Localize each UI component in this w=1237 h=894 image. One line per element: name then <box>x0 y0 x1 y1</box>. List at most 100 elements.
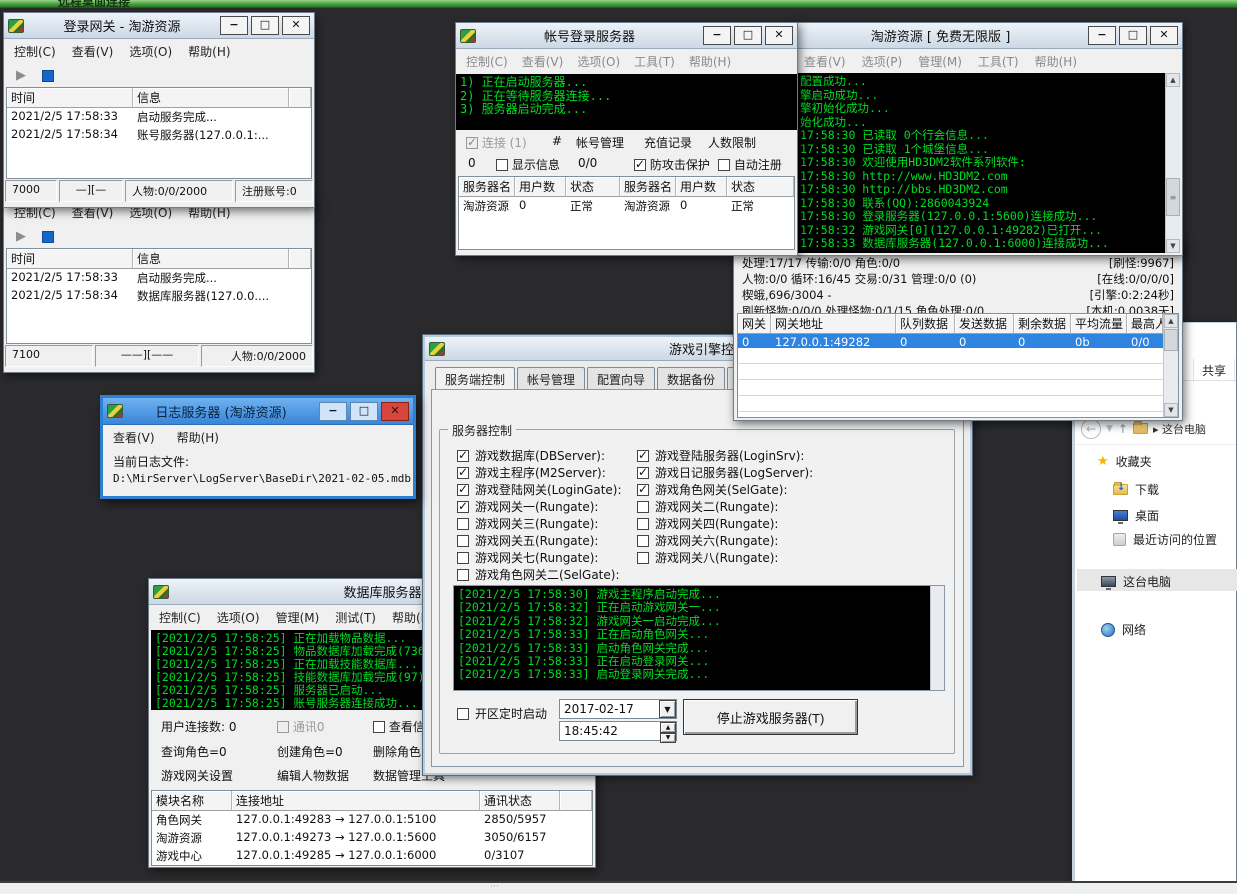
login-gateway-titlebar[interactable]: 登录网关 - 淘游资源 − □ ✕ <box>4 13 314 39</box>
check-rungate1[interactable]: 游戏网关一(Rungate): <box>457 498 622 515</box>
maximize-button[interactable]: □ <box>350 402 378 421</box>
menu-view[interactable]: 查看(V) <box>72 43 114 60</box>
table-row[interactable]: 淘游资源 127.0.0.1:49273 → 127.0.0.1:5600 30… <box>152 829 592 847</box>
check-rungate3[interactable]: 游戏网关三(Rungate): <box>457 515 622 532</box>
minimize-button[interactable]: − <box>1088 26 1116 45</box>
check-rungate5[interactable]: 游戏网关五(Rungate): <box>457 532 622 549</box>
check-rungate2[interactable]: 游戏网关二(Rungate): <box>637 498 813 515</box>
auto-register-checkbox[interactable]: 自动注册 <box>718 156 782 173</box>
menu-control[interactable]: 控制(C) <box>14 43 56 60</box>
check-rungate6[interactable]: 游戏网关六(Rungate): <box>637 532 813 549</box>
col-message[interactable]: 信息 <box>133 88 289 108</box>
sidebar-item-network[interactable]: 网络 <box>1101 621 1146 638</box>
close-button[interactable]: ✕ <box>765 26 793 45</box>
check-rungate8[interactable]: 游戏网关八(Rungate): <box>637 549 813 566</box>
col-max-users[interactable]: 最高人数 <box>1127 314 1163 334</box>
menu-view[interactable]: 查看(V) <box>804 53 846 70</box>
start-icon[interactable]: ▶ <box>16 68 26 83</box>
col-module[interactable]: 模块名称 <box>152 791 232 811</box>
remote-desktop-bar[interactable]: 远程桌面连接 <box>0 0 1237 8</box>
close-button[interactable]: ✕ <box>1150 26 1178 45</box>
show-info-checkbox[interactable]: 显示信息 <box>496 156 560 173</box>
col-address[interactable]: 连接地址 <box>232 791 480 811</box>
check-selgate[interactable]: 游戏角色网关(SelGate): <box>637 481 813 498</box>
log-row[interactable]: 2021/2/5 17:58:33 启动服务完成... <box>7 108 311 126</box>
col-server-name2[interactable]: 服务器名 <box>620 177 676 197</box>
log-row[interactable]: 2021/2/5 17:58:33 启动服务完成... <box>7 269 311 287</box>
col-gateway-addr[interactable]: 网关地址 <box>771 314 896 334</box>
check-m2server[interactable]: 游戏主程序(M2Server): <box>457 464 622 481</box>
minimize-button[interactable]: − <box>703 26 731 45</box>
check-loginsrv[interactable]: 游戏登陆服务器(LoginSrv): <box>637 447 813 464</box>
menu-control[interactable]: 控制(C) <box>159 609 201 626</box>
sidebar-item-downloads[interactable]: 下载 <box>1113 481 1159 498</box>
col-status[interactable]: 状态 <box>566 177 620 197</box>
menu-view[interactable]: 查看(V) <box>113 429 155 446</box>
col-time[interactable]: 时间 <box>7 88 133 108</box>
col-comm-status[interactable]: 通讯状态 <box>480 791 560 811</box>
maximize-button[interactable]: □ <box>734 26 762 45</box>
maximize-button[interactable]: □ <box>1119 26 1147 45</box>
menu-help[interactable]: 帮助(H) <box>689 53 731 70</box>
stop-icon[interactable] <box>42 70 54 82</box>
gateway-table-scrollbar[interactable]: ▲ ▼ <box>1163 314 1178 417</box>
menu-test[interactable]: 测试(T) <box>335 609 376 626</box>
limit-link[interactable]: 人数限制 <box>708 134 756 151</box>
m2-console-scrollbar[interactable]: ▲ ≡ ▼ <box>1165 73 1180 253</box>
gateway-settings-link[interactable]: 游戏网关设置 <box>161 767 233 784</box>
stop-server-button[interactable]: 停止游戏服务器(T) <box>683 699 858 735</box>
log-server-titlebar[interactable]: 日志服务器 (淘游资源) − □ ✕ <box>103 398 413 425</box>
col-sent[interactable]: 发送数据 <box>955 314 1014 334</box>
sidebar-item-thispc[interactable]: 这台电脑 <box>1101 573 1171 590</box>
check-rungate4[interactable]: 游戏网关四(Rungate): <box>637 515 813 532</box>
menu-tools[interactable]: 工具(T) <box>634 53 675 70</box>
start-icon[interactable]: ▶ <box>16 229 26 244</box>
breadcrumb[interactable]: ▸ 这台电脑 <box>1153 421 1206 437</box>
menu-options[interactable]: 选项(O) <box>217 609 260 626</box>
col-time[interactable]: 时间 <box>7 249 133 269</box>
comm-checkbox[interactable]: 通讯0 <box>277 718 324 735</box>
check-logserver[interactable]: 游戏日记服务器(LogServer): <box>637 464 813 481</box>
check-selgate2[interactable]: 游戏角色网关二(SelGate): <box>457 566 622 583</box>
log-row[interactable]: 2021/2/5 17:58:34 数据库服务器(127.0.0.... <box>7 287 311 305</box>
log-row[interactable]: 2021/2/5 17:58:34 账号服务器(127.0.0.1:... <box>7 126 311 144</box>
edit-player-link[interactable]: 编辑人物数据 <box>277 767 349 784</box>
time-spinner[interactable]: 18:45:42 ▲ ▼ <box>559 721 677 741</box>
anti-attack-checkbox[interactable]: 防攻击保护 <box>634 156 710 173</box>
close-button[interactable]: ✕ <box>282 16 310 35</box>
account-titlebar[interactable]: 帐号登录服务器 − □ ✕ <box>456 23 797 49</box>
stop-icon[interactable] <box>42 231 54 243</box>
col-status2[interactable]: 状态 <box>727 177 794 197</box>
col-server-name[interactable]: 服务器名 <box>459 177 515 197</box>
menu-help[interactable]: 帮助(H) <box>188 43 230 60</box>
menu-options[interactable]: 选项(P) <box>862 53 903 70</box>
forward-icon[interactable]: ▼ <box>1106 424 1113 434</box>
minimize-button[interactable]: − <box>220 16 248 35</box>
account-manage-link[interactable]: 帐号管理 <box>576 134 624 151</box>
up-icon[interactable]: ↑ <box>1118 422 1128 436</box>
date-dropdown-icon[interactable]: ▼ <box>659 700 676 718</box>
table-row[interactable]: 角色网关 127.0.0.1:49283 → 127.0.0.1:5100 28… <box>152 811 592 829</box>
menu-view[interactable]: 查看(V) <box>522 53 564 70</box>
sidebar-item-favorites[interactable]: ★ 收藏夹 <box>1097 453 1152 470</box>
minimize-button[interactable]: − <box>319 402 347 421</box>
col-avg-flow[interactable]: 平均流量 <box>1071 314 1127 334</box>
menu-manage[interactable]: 管理(M) <box>276 609 320 626</box>
m2-titlebar[interactable]: 淘游资源 [ 免费无限版 ] − □ ✕ <box>794 23 1182 49</box>
maximize-button[interactable]: □ <box>251 16 279 35</box>
timer-start-checkbox[interactable]: 开区定时启动 <box>457 705 547 722</box>
check-logingate[interactable]: 游戏登陆网关(LoginGate): <box>457 481 622 498</box>
check-rungate7[interactable]: 游戏网关七(Rungate): <box>457 549 622 566</box>
table-row[interactable]: 游戏中心 127.0.0.1:49285 → 127.0.0.1:6000 0/… <box>152 847 592 865</box>
col-user-count[interactable]: 用户数 <box>515 177 566 197</box>
table-row[interactable]: 淘游资源 0 正常 淘游资源 0 正常 <box>459 197 794 215</box>
taskbar[interactable]: ⋯ <box>0 881 1237 894</box>
col-gateway[interactable]: 网关 <box>738 314 771 334</box>
connect-checkbox[interactable]: 连接 (1) <box>466 134 527 151</box>
menu-options[interactable]: 选项(O) <box>129 43 172 60</box>
back-icon[interactable]: ← <box>1081 419 1101 439</box>
tab-share[interactable]: 共享 <box>1193 359 1235 382</box>
col-queue[interactable]: 队列数据 <box>896 314 955 334</box>
close-button[interactable]: ✕ <box>381 402 409 421</box>
menu-options[interactable]: 选项(O) <box>577 53 620 70</box>
